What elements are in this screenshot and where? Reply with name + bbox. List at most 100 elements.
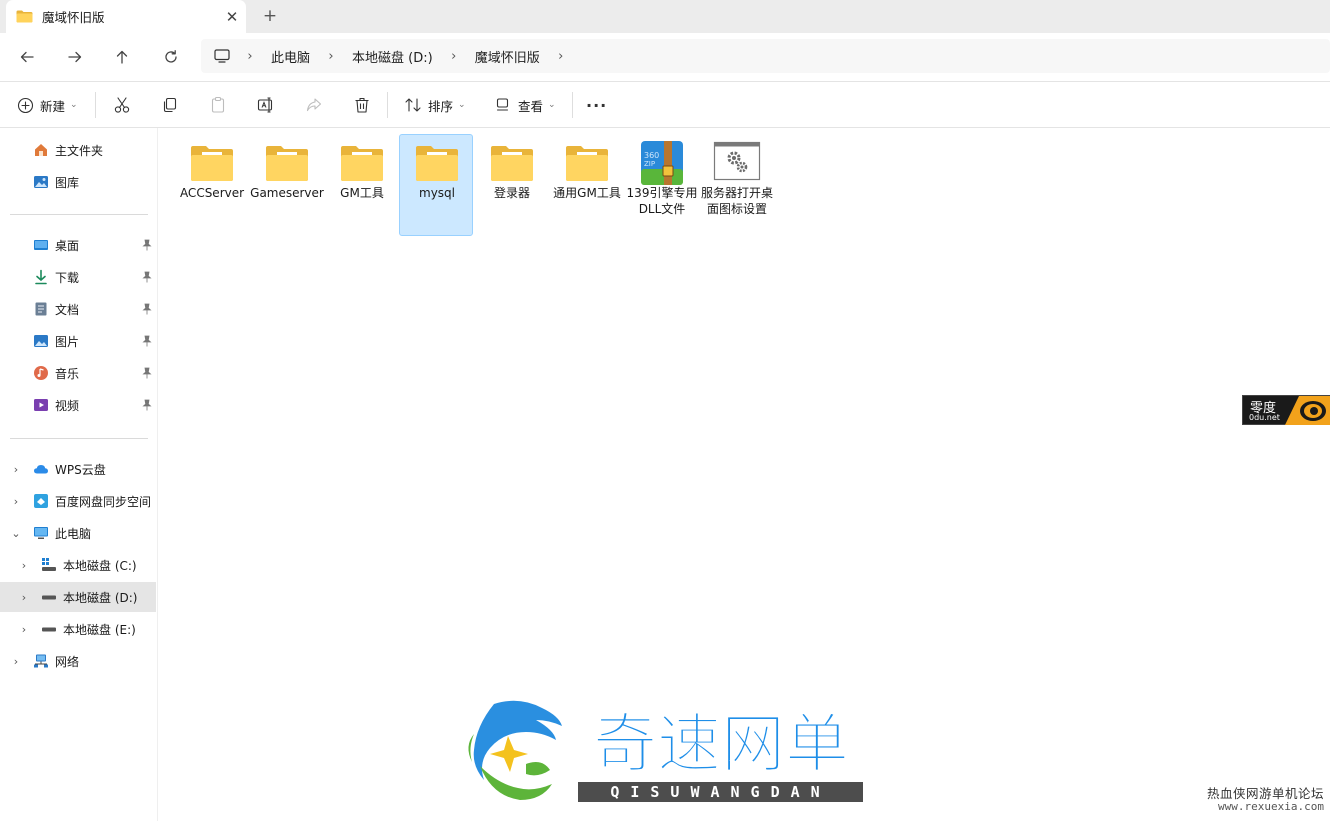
- sidebar-item-gallery[interactable]: 图库: [0, 167, 156, 197]
- file-item[interactable]: Gameserver: [249, 134, 324, 236]
- navigation-pane: 主文件夹 图库 桌面 下载 文档 图片 音乐 视频 › WPS云盘 › 百度网盘…: [0, 128, 158, 821]
- sidebar-item-baidu-sync[interactable]: › 百度网盘同步空间: [0, 486, 156, 516]
- sidebar-item-drive-e[interactable]: › 本地磁盘 (E:): [0, 614, 156, 644]
- pin-icon[interactable]: [141, 367, 153, 379]
- pin-icon[interactable]: [141, 239, 153, 251]
- file-item-selected[interactable]: mysql: [399, 134, 473, 236]
- forward-button[interactable]: [61, 43, 89, 71]
- pictures-icon: [34, 335, 48, 347]
- file-name: ACCServer: [179, 186, 245, 200]
- sidebar-item-label: 图库: [55, 175, 80, 190]
- chevron-down-icon: ⌄: [70, 100, 78, 110]
- file-item[interactable]: ACCServer: [174, 134, 248, 236]
- folder-icon: [491, 146, 533, 181]
- watermark-logo: 奇速网单 QISUWANGDAN: [464, 696, 864, 808]
- folder-icon: [266, 146, 308, 181]
- view-button-label: 查看: [518, 98, 544, 114]
- sidebar-item-label: 桌面: [55, 238, 80, 253]
- file-item[interactable]: GM工具: [324, 134, 398, 236]
- sidebar-item-label: 网络: [55, 654, 80, 669]
- cut-button[interactable]: [113, 82, 131, 128]
- view-button[interactable]: 查看 ⌄: [494, 82, 556, 128]
- sidebar-item-videos[interactable]: 视频: [0, 390, 156, 420]
- sidebar-item-home[interactable]: 主文件夹: [0, 135, 156, 165]
- chevron-right-icon: ›: [328, 48, 334, 64]
- more-options-button[interactable]: ···: [586, 82, 607, 128]
- tab-strip: 魔域怀旧版 ✕ +: [0, 0, 1330, 33]
- cloud-icon: [34, 465, 48, 474]
- chevron-right-icon[interactable]: ›: [18, 591, 30, 604]
- sidebar-item-wps-cloud[interactable]: › WPS云盘: [0, 454, 156, 484]
- sort-button[interactable]: 排序 ⌄: [404, 82, 466, 128]
- breadcrumb-this-pc[interactable]: 此电脑: [263, 47, 318, 66]
- svg-text:奇速网单: 奇速网单: [593, 708, 849, 778]
- copy-icon: [163, 97, 177, 113]
- home-icon: [35, 144, 47, 156]
- chevron-down-icon[interactable]: ⌄: [10, 527, 22, 540]
- toolbar-divider: [387, 92, 388, 118]
- zip-archive-icon: 360 ZIP: [641, 141, 683, 185]
- file-item[interactable]: 服务器打开桌面图标设置: [699, 134, 773, 236]
- breadcrumb-drive-d[interactable]: 本地磁盘 (D:): [344, 47, 441, 66]
- pin-icon[interactable]: [141, 399, 153, 411]
- copy-button[interactable]: [161, 82, 179, 128]
- breadcrumb-current-folder[interactable]: 魔域怀旧版: [467, 47, 548, 66]
- share-button[interactable]: [305, 82, 323, 128]
- sidebar-divider: [10, 214, 148, 215]
- tab-close-button[interactable]: ✕: [218, 8, 246, 26]
- chevron-right-icon[interactable]: ›: [18, 559, 30, 572]
- sidebar-item-label: 主文件夹: [55, 143, 104, 158]
- sidebar-item-music[interactable]: 音乐: [0, 358, 156, 388]
- scissors-icon: [114, 97, 130, 113]
- new-tab-button[interactable]: +: [258, 5, 282, 27]
- svg-text:ZIP: ZIP: [644, 160, 655, 168]
- chevron-right-icon[interactable]: ›: [10, 655, 22, 668]
- refresh-button[interactable]: [157, 43, 185, 71]
- file-item[interactable]: 通用GM工具: [549, 134, 623, 236]
- document-icon: [35, 302, 47, 316]
- pc-icon: [34, 527, 48, 539]
- sidebar-item-label: 此电脑: [55, 526, 92, 541]
- sort-button-label: 排序: [428, 98, 454, 114]
- sidebar-item-desktop[interactable]: 桌面: [0, 230, 156, 260]
- logo-chinese-text: 奇速网单: [593, 708, 850, 779]
- chevron-right-icon[interactable]: ›: [548, 49, 574, 64]
- up-button[interactable]: [108, 43, 136, 71]
- chevron-right-icon[interactable]: ›: [10, 463, 22, 476]
- file-item[interactable]: 360 ZIP 139引擎专用DLL文件: [624, 134, 698, 236]
- sidebar-item-network[interactable]: › 网络: [0, 646, 156, 676]
- sidebar-item-label: 本地磁盘 (C:): [63, 558, 137, 573]
- monitor-icon: [214, 49, 230, 63]
- sidebar-item-pictures[interactable]: 图片: [0, 326, 156, 356]
- desktop-icon: [34, 240, 48, 250]
- chevron-down-icon: ⌄: [548, 100, 556, 110]
- back-button[interactable]: [13, 43, 41, 71]
- share-icon: [306, 98, 322, 112]
- file-name: mysql: [419, 186, 455, 200]
- chevron-right-icon: ›: [247, 48, 253, 64]
- network-icon: [34, 654, 48, 668]
- rename-button[interactable]: [257, 82, 275, 128]
- sidebar-item-drive-d[interactable]: › 本地磁盘 (D:): [0, 582, 156, 612]
- active-tab[interactable]: 魔域怀旧版 ✕: [6, 0, 246, 33]
- file-item[interactable]: 登录器: [474, 134, 548, 236]
- delete-button[interactable]: [353, 82, 371, 128]
- pin-icon[interactable]: [141, 303, 153, 315]
- music-icon: [34, 366, 48, 380]
- new-button[interactable]: 新建 ⌄: [17, 82, 78, 128]
- sidebar-item-label: 图片: [55, 334, 80, 349]
- video-icon: [34, 399, 48, 411]
- pin-icon[interactable]: [141, 335, 153, 347]
- paste-button[interactable]: [209, 82, 227, 128]
- chevron-right-icon[interactable]: ›: [18, 623, 30, 636]
- sidebar-item-this-pc[interactable]: ⌄ 此电脑: [0, 518, 156, 548]
- chevron-right-icon[interactable]: ›: [10, 495, 22, 508]
- rename-icon: [257, 97, 273, 113]
- toolbar-divider: [95, 92, 96, 118]
- address-bar[interactable]: › 此电脑 › 本地磁盘 (D:) › 魔域怀旧版 ›: [201, 39, 1330, 73]
- pin-icon[interactable]: [141, 271, 153, 283]
- sidebar-item-documents[interactable]: 文档: [0, 294, 156, 324]
- file-name: 通用GM工具: [553, 186, 621, 200]
- sidebar-item-drive-c[interactable]: › 本地磁盘 (C:): [0, 550, 156, 580]
- sidebar-item-downloads[interactable]: 下载: [0, 262, 156, 292]
